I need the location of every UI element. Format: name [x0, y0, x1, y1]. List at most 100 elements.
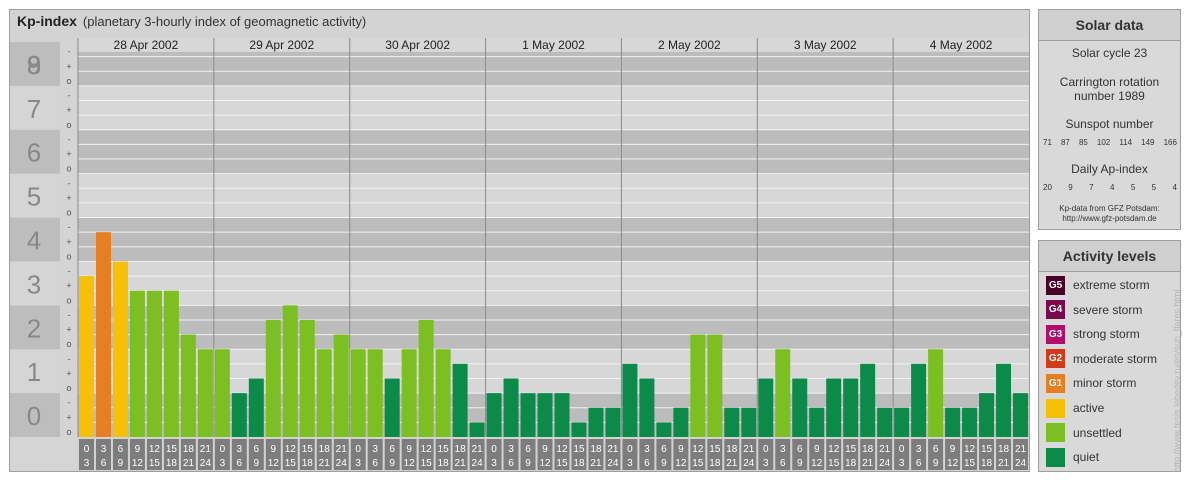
- carrington-line-2: number 1989: [1074, 89, 1145, 103]
- ap-index-value: 5: [1130, 183, 1136, 192]
- time-slot-start: 18: [998, 444, 1010, 455]
- time-slot-end: 24: [743, 458, 755, 469]
- kp-bar: [809, 407, 825, 437]
- time-slot-end: 15: [421, 458, 433, 469]
- source-link[interactable]: http://www.gfz-potsdam.de: [1039, 214, 1180, 224]
- kp-bar: [605, 407, 621, 437]
- kp-bar: [588, 407, 604, 437]
- time-slot-start: 6: [661, 444, 667, 455]
- minor-mark: +: [66, 149, 71, 159]
- time-slot-end: 21: [862, 458, 874, 469]
- kp-bar: [673, 407, 689, 437]
- kp-bar: [265, 319, 281, 437]
- time-slot-end: 12: [539, 458, 551, 469]
- ap-index-value: 4: [1109, 183, 1115, 192]
- y-band: [78, 217, 1029, 262]
- minor-mark: o: [66, 120, 71, 130]
- kp-bar: [112, 261, 128, 437]
- activity-level-item: G5 extreme storm: [1046, 275, 1150, 295]
- sunspot-value: 87: [1060, 138, 1070, 147]
- kp-bar: [945, 407, 961, 437]
- minor-mark: o: [66, 295, 71, 305]
- kp-bar: [639, 378, 655, 437]
- kp-bar: [724, 407, 740, 437]
- time-slot-start: 9: [678, 444, 684, 455]
- time-slot-end: 24: [200, 458, 212, 469]
- time-slot-start: 6: [254, 444, 260, 455]
- time-slot-end: 6: [237, 458, 243, 469]
- time-slot-start: 15: [166, 444, 178, 455]
- time-slot-start: 12: [964, 444, 976, 455]
- kp-bar: [690, 334, 706, 437]
- time-slot-start: 15: [981, 444, 993, 455]
- minor-mark: +: [66, 237, 71, 247]
- time-slot-end: 9: [118, 458, 124, 469]
- time-slot-start: 15: [845, 444, 857, 455]
- time-slot-end: 12: [675, 458, 687, 469]
- activity-level-item: G3 strong storm: [1046, 324, 1140, 344]
- time-slot-start: 0: [220, 444, 226, 455]
- day-label: 28 Apr 2002: [114, 38, 179, 52]
- time-slot-start: 12: [421, 444, 433, 455]
- minor-mark: -: [68, 354, 71, 364]
- kp-bar: [860, 363, 876, 437]
- minor-mark: o: [66, 383, 71, 393]
- kp-bar: [707, 334, 723, 437]
- time-slot-end: 15: [556, 458, 568, 469]
- time-slot-start: 6: [797, 444, 803, 455]
- minor-mark: -: [68, 398, 71, 408]
- time-slot-end: 12: [132, 458, 144, 469]
- kp-bar: [571, 422, 587, 437]
- time-slot-start: 12: [828, 444, 840, 455]
- time-slot-start: 21: [336, 444, 348, 455]
- activity-level-label: active: [1073, 401, 1105, 415]
- time-slot-start: 9: [814, 444, 820, 455]
- time-slot-end: 9: [797, 458, 803, 469]
- y-tick-label: 5: [27, 182, 41, 212]
- y-tick-label: 0: [27, 401, 41, 431]
- time-slot-end: 21: [590, 458, 602, 469]
- time-slot-start: 6: [389, 444, 395, 455]
- time-slot-start: 9: [406, 444, 412, 455]
- time-slot-end: 3: [627, 458, 633, 469]
- minor-mark: +: [66, 193, 71, 203]
- activity-level-label: quiet: [1073, 450, 1100, 465]
- kp-bar: [537, 393, 553, 437]
- time-slot-end: 3: [355, 458, 361, 469]
- kp-bar: [197, 349, 213, 437]
- time-slot-start: 6: [118, 444, 124, 455]
- solar-data-panel: Solar data Solar cycle 23 Carrington rot…: [1038, 9, 1181, 230]
- kp-bar: [486, 393, 502, 437]
- time-slot-end: 6: [780, 458, 786, 469]
- kp-chart: 0123456789o+-o+-o+-o+-o+-o+-o+-o+-o+- 28 …: [10, 38, 1029, 471]
- kp-bar: [843, 378, 859, 437]
- day-label: 30 Apr 2002: [385, 38, 450, 52]
- time-slot-start: 0: [627, 444, 633, 455]
- time-slot-end: 18: [302, 458, 314, 469]
- y-band: [78, 305, 1029, 350]
- time-slot-end: 6: [916, 458, 922, 469]
- kp-bar: [503, 378, 519, 437]
- kp-bar: [367, 349, 383, 437]
- kp-bar: [452, 363, 468, 437]
- time-slot-end: 18: [573, 458, 585, 469]
- kp-bar: [911, 363, 927, 437]
- time-slot-start: 12: [285, 444, 297, 455]
- activity-level-item: quiet: [1046, 447, 1099, 467]
- ap-index-label: Daily Ap-index: [1071, 162, 1148, 176]
- carrington-line-1: Carrington rotation: [1059, 75, 1160, 89]
- time-slot-end: 12: [268, 458, 280, 469]
- y-band: [78, 173, 1029, 218]
- ap-index-value: 9: [1068, 183, 1073, 192]
- activity-level-swatch: G3: [1046, 324, 1065, 344]
- time-slot-start: 3: [644, 444, 650, 455]
- time-slot-end: 18: [709, 458, 721, 469]
- activity-level-swatch: [1046, 447, 1065, 467]
- minor-mark: +: [66, 281, 71, 291]
- kp-bar: [350, 349, 366, 437]
- activity-level-swatch: G5: [1046, 275, 1065, 295]
- sunspot-label: Sunspot number: [1065, 117, 1154, 131]
- activity-level-label: minor storm: [1073, 376, 1137, 391]
- day-label: 29 Apr 2002: [249, 38, 314, 52]
- day-label: 4 May 2002: [930, 38, 993, 52]
